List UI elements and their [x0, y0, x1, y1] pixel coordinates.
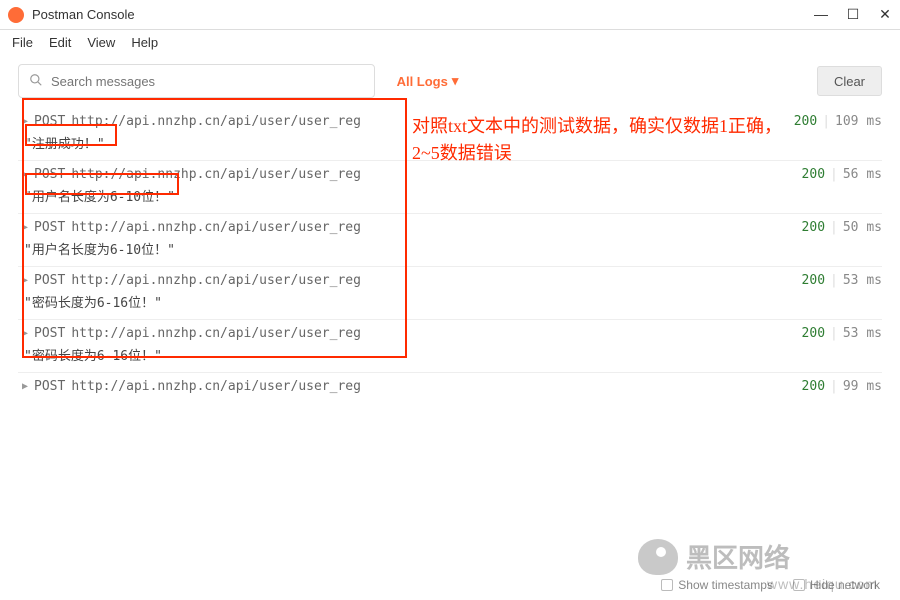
log-entry: ▶ POST http://api.nnzhp.cn/api/user/user_r… [18, 160, 882, 213]
response-time: 56 ms [843, 167, 882, 182]
minimize-button[interactable]: — [814, 6, 828, 23]
status-code: 200 [802, 326, 825, 341]
menu-bar: File Edit View Help [0, 30, 900, 54]
request-url: http://api.nnzhp.cn/api/user/user_reg [71, 220, 361, 235]
checkbox-icon [661, 579, 673, 591]
menu-help[interactable]: Help [131, 35, 158, 50]
maximize-button[interactable]: ☐ [846, 6, 860, 23]
request-timing: 200|53 ms [802, 326, 882, 341]
request-url: http://api.nnzhp.cn/api/user/user_reg [71, 167, 361, 182]
search-input[interactable] [51, 74, 364, 89]
menu-file[interactable]: File [12, 35, 33, 50]
response-time: 99 ms [843, 379, 882, 394]
expand-icon[interactable]: ▶ [22, 169, 28, 180]
close-button[interactable]: ✕ [878, 6, 892, 23]
search-icon [29, 73, 43, 90]
request-row[interactable]: ▶ POST http://api.nnzhp.cn/api/user/user_r… [22, 379, 882, 394]
log-entry: ▶ POST http://api.nnzhp.cn/api/user/user_r… [18, 372, 882, 400]
response-time: 53 ms [843, 326, 882, 341]
request-row[interactable]: ▶ POST http://api.nnzhp.cn/api/user/user_r… [22, 220, 882, 235]
request-timing: 200|99 ms [802, 379, 882, 394]
watermark-url: www.heiqu.com [767, 576, 878, 592]
app-logo-icon [8, 7, 24, 23]
response-time: 109 ms [835, 114, 882, 129]
expand-icon[interactable]: ▶ [22, 275, 28, 286]
http-method: POST [34, 326, 65, 341]
request-url: http://api.nnzhp.cn/api/user/user_reg [71, 114, 361, 129]
request-timing: 200|50 ms [802, 220, 882, 235]
status-code: 200 [802, 379, 825, 394]
log-entry: ▶ POST http://api.nnzhp.cn/api/user/user_r… [18, 266, 882, 319]
request-timing: 200|56 ms [802, 167, 882, 182]
response-message: "用户名长度为6-10位！" [22, 235, 882, 260]
menu-edit[interactable]: Edit [49, 35, 71, 50]
request-row[interactable]: ▶ POST http://api.nnzhp.cn/api/user/user_r… [22, 273, 882, 288]
status-code: 200 [802, 220, 825, 235]
log-entry: ▶ POST http://api.nnzhp.cn/api/user/user_r… [18, 213, 882, 266]
response-message: "注册成功！" [22, 129, 882, 154]
request-url: http://api.nnzhp.cn/api/user/user_reg [71, 273, 361, 288]
status-code: 200 [802, 167, 825, 182]
filter-label: All Logs [397, 74, 448, 89]
response-time: 53 ms [843, 273, 882, 288]
log-entry: ▶ POST http://api.nnzhp.cn/api/user/user_r… [18, 108, 882, 160]
status-code: 200 [794, 114, 817, 129]
expand-icon[interactable]: ▶ [22, 222, 28, 233]
expand-icon[interactable]: ▶ [22, 116, 28, 127]
response-message: "用户名长度为6-10位！" [22, 182, 882, 207]
request-row[interactable]: ▶ POST http://api.nnzhp.cn/api/user/user_r… [22, 167, 882, 182]
request-url: http://api.nnzhp.cn/api/user/user_reg [71, 326, 361, 341]
response-time: 50 ms [843, 220, 882, 235]
http-method: POST [34, 167, 65, 182]
response-message: "密码长度为6-16位！" [22, 341, 882, 366]
window-controls: — ☐ ✕ [814, 6, 892, 23]
request-url: http://api.nnzhp.cn/api/user/user_reg [71, 379, 361, 394]
request-row[interactable]: ▶ POST http://api.nnzhp.cn/api/user/user_r… [22, 114, 882, 129]
filter-dropdown[interactable]: All Logs ▾ [397, 73, 459, 89]
request-timing: 200|109 ms [794, 114, 882, 129]
log-list[interactable]: ▶ POST http://api.nnzhp.cn/api/user/user_r… [0, 108, 900, 558]
title-bar: Postman Console — ☐ ✕ [0, 0, 900, 30]
mushroom-icon [638, 539, 678, 575]
http-method: POST [34, 220, 65, 235]
expand-icon[interactable]: ▶ [22, 328, 28, 339]
chevron-down-icon: ▾ [452, 73, 459, 89]
response-message: "密码长度为6-16位！" [22, 288, 882, 313]
http-method: POST [34, 273, 65, 288]
request-timing: 200|53 ms [802, 273, 882, 288]
status-code: 200 [802, 273, 825, 288]
search-box[interactable] [18, 64, 375, 98]
watermark-logo: 黑区网络 [638, 538, 790, 575]
expand-icon[interactable]: ▶ [22, 381, 28, 392]
http-method: POST [34, 114, 65, 129]
window-title: Postman Console [32, 7, 814, 22]
menu-view[interactable]: View [87, 35, 115, 50]
clear-button[interactable]: Clear [817, 66, 882, 96]
log-entry: ▶ POST http://api.nnzhp.cn/api/user/user_r… [18, 319, 882, 372]
show-timestamps-checkbox[interactable]: Show timestamps [661, 578, 773, 592]
request-row[interactable]: ▶ POST http://api.nnzhp.cn/api/user/user_r… [22, 326, 882, 341]
toolbar: All Logs ▾ Clear [0, 54, 900, 108]
http-method: POST [34, 379, 65, 394]
